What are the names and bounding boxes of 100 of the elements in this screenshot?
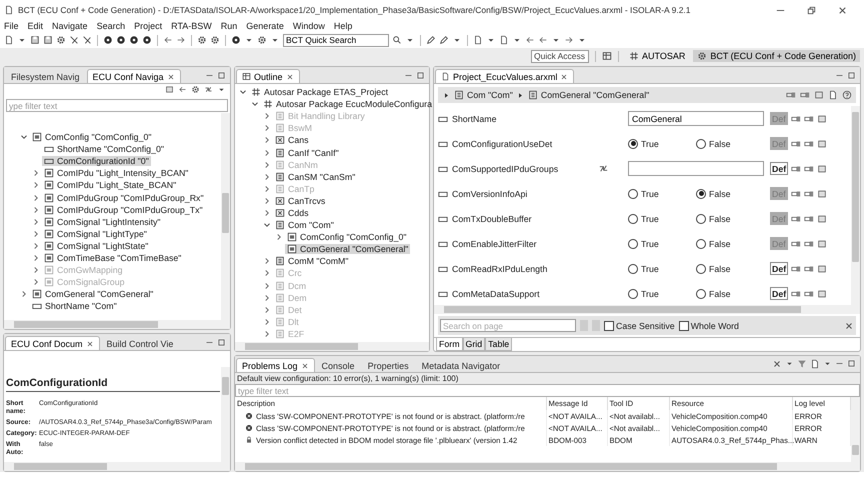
text-field[interactable]: ComGeneral [628,111,764,126]
document-icon[interactable] [810,359,820,369]
menu-item[interactable]: File [4,21,19,31]
tab[interactable]: Filesystem Navig [5,69,86,83]
tree-item[interactable]: ComM "ComM" [273,256,350,266]
tag-icon[interactable] [804,164,814,174]
tag-icon[interactable] [804,264,814,274]
tag-icon[interactable] [790,214,801,224]
tree-item[interactable]: ComIPdu "Light_State_BCAN" [42,180,178,190]
radio-button[interactable]: True [628,288,696,298]
tag-icon[interactable] [790,114,801,124]
tree-item[interactable]: ShortName "Com" [30,301,119,312]
document-icon[interactable] [4,35,14,45]
def-button[interactable]: Def [770,287,788,300]
scrollbar[interactable] [4,320,230,329]
close-icon[interactable] [560,72,568,80]
perspective-button[interactable]: BCT (ECU Conf + Code Generation) [693,50,860,62]
scrollbar[interactable] [235,342,429,351]
close-icon[interactable] [772,359,782,369]
tag-icon[interactable] [791,164,802,174]
close-icon[interactable] [166,72,175,80]
menu-item[interactable]: Project [134,21,162,31]
disc-icon[interactable] [103,35,113,45]
def-button[interactable]: Def [770,162,788,175]
tree-item[interactable]: ComConfigurationId "0" [42,156,151,166]
quick-access-field[interactable]: Quick Access [531,50,589,62]
help-icon[interactable] [842,90,852,100]
tag-icon[interactable] [790,238,801,248]
tree-item[interactable]: ComSignal "LightType" [42,228,149,239]
menu-item[interactable]: Generate [246,21,284,31]
scrollbar[interactable] [851,106,860,305]
box-icon[interactable] [165,85,174,94]
box-icon[interactable] [817,164,828,174]
tab[interactable]: Problems Log [236,358,315,372]
tree-item[interactable]: Com "Com" [273,220,336,230]
tree-item[interactable]: ComIPdu "Light_Intensity_BCAN" [42,168,190,178]
slash-icon[interactable] [82,35,92,45]
tag-icon[interactable] [804,214,814,224]
disc-icon[interactable] [142,35,152,45]
radio-button[interactable]: False [696,214,764,224]
tree-item[interactable]: ComSignal "LightIntensity" [42,216,163,227]
menu-item[interactable]: Window [292,21,325,31]
close-icon[interactable] [844,320,854,330]
radio-button[interactable]: True [628,238,696,248]
radio-button[interactable]: False [696,138,764,148]
scrollbar[interactable] [235,462,860,471]
tab[interactable]: ECU Conf Naviga [86,69,181,83]
box-icon[interactable] [817,264,828,274]
tag-icon[interactable] [804,138,814,148]
text-field[interactable] [628,161,764,176]
tag-icon[interactable] [791,288,802,298]
tree-item[interactable]: Cdds [273,208,311,218]
save-icon[interactable] [30,35,40,45]
tree-item[interactable]: ComSignal "LightState" [42,240,150,251]
close-icon[interactable] [300,362,309,370]
tree-item[interactable]: ComIPduGroup "ComIPduGroup_Rx" [42,192,206,203]
radio-button[interactable]: True [628,138,696,148]
maximize-icon[interactable] [217,338,226,346]
search-field[interactable]: Search on page [440,319,576,332]
filter-field[interactable]: ype filter text [6,99,228,112]
radio-button[interactable]: False [696,288,764,298]
breadcrumb-item[interactable]: Com "Com" [467,90,513,100]
tab[interactable]: Table [485,338,512,351]
box-icon[interactable] [816,188,827,198]
breadcrumb-item[interactable]: ComGeneral "ComGeneral" [540,90,650,100]
maximize-icon[interactable] [847,359,856,368]
box-icon[interactable] [816,214,827,224]
tag-icon[interactable] [790,138,801,148]
box-icon[interactable] [816,138,827,148]
tag-icon[interactable] [804,114,814,124]
tree-item[interactable]: Cans [273,135,311,146]
right-arrow-icon[interactable] [564,35,574,45]
radio-button[interactable]: False [696,264,764,274]
scrollbar[interactable] [4,462,230,471]
radio-button[interactable]: False [696,188,764,198]
gear-icon[interactable] [56,35,66,45]
def-button[interactable]: Def [770,262,788,275]
checkbox[interactable]: Whole Word [678,320,739,330]
radio-button[interactable]: True [628,214,696,224]
left-arrow-icon[interactable] [178,85,187,94]
tab[interactable]: Metadata Navigator [416,358,506,372]
close-icon[interactable] [286,72,294,80]
tree-item[interactable]: ComTimeBase "ComTimeBase" [42,252,184,263]
tree-item[interactable]: ComGeneral "ComGeneral" [285,244,410,254]
tree-item[interactable]: ComIPduGroup "ComIPduGroup_Tx" [42,204,205,215]
tag-icon[interactable] [790,188,801,198]
right-arrow-icon[interactable] [176,35,186,45]
left-arrow-icon[interactable] [525,35,535,45]
scrollbar[interactable] [851,397,860,462]
tree-item[interactable]: ComConfig "ComConfig_0" [30,132,154,142]
tree-item[interactable]: ComGeneral "ComGeneral" [30,289,156,300]
tree-item[interactable]: Autosar Package EcucModuleConfigura [261,99,434,110]
document-icon[interactable] [499,35,509,45]
save-icon[interactable] [43,35,53,45]
menu-item[interactable]: Help [334,21,352,31]
radio-button[interactable]: False [696,238,764,248]
tab[interactable]: Project_EcucValues.arxml [435,69,574,83]
table-icon[interactable] [602,51,612,61]
box-icon[interactable] [814,90,824,100]
tab[interactable]: Grid [462,338,486,351]
